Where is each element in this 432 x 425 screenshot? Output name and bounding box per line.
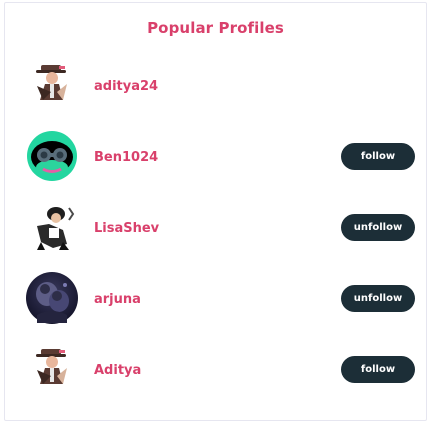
popular-profiles-panel: Popular Profiles aditya24 Ben1024 follow… xyxy=(4,2,427,421)
profile-row: LisaShev unfollow xyxy=(5,198,426,258)
profile-username[interactable]: LisaShev xyxy=(94,221,159,236)
profile-row: Aditya follow xyxy=(5,340,426,400)
profile-row: Ben1024 follow xyxy=(5,127,426,187)
unfollow-button[interactable]: unfollow xyxy=(341,214,415,241)
person-fedora-avatar-icon[interactable] xyxy=(23,56,81,114)
profile-row: aditya24 xyxy=(5,56,426,116)
follow-button[interactable]: follow xyxy=(341,356,415,383)
profile-username[interactable]: aditya24 xyxy=(94,79,158,94)
unfollow-button[interactable]: unfollow xyxy=(341,285,415,312)
dark-portrait-avatar-icon[interactable] xyxy=(23,269,81,327)
profile-username[interactable]: Ben1024 xyxy=(94,150,158,165)
person-fedora-avatar-icon[interactable] xyxy=(23,340,81,398)
follow-button[interactable]: follow xyxy=(341,143,415,170)
panel-title: Popular Profiles xyxy=(147,19,284,37)
profile-username[interactable]: Aditya xyxy=(94,363,141,378)
profile-row: arjuna unfollow xyxy=(5,269,426,329)
goggles-character-avatar-icon[interactable] xyxy=(23,127,81,185)
profile-username[interactable]: arjuna xyxy=(94,292,141,307)
seated-figure-avatar-icon[interactable] xyxy=(23,198,81,256)
